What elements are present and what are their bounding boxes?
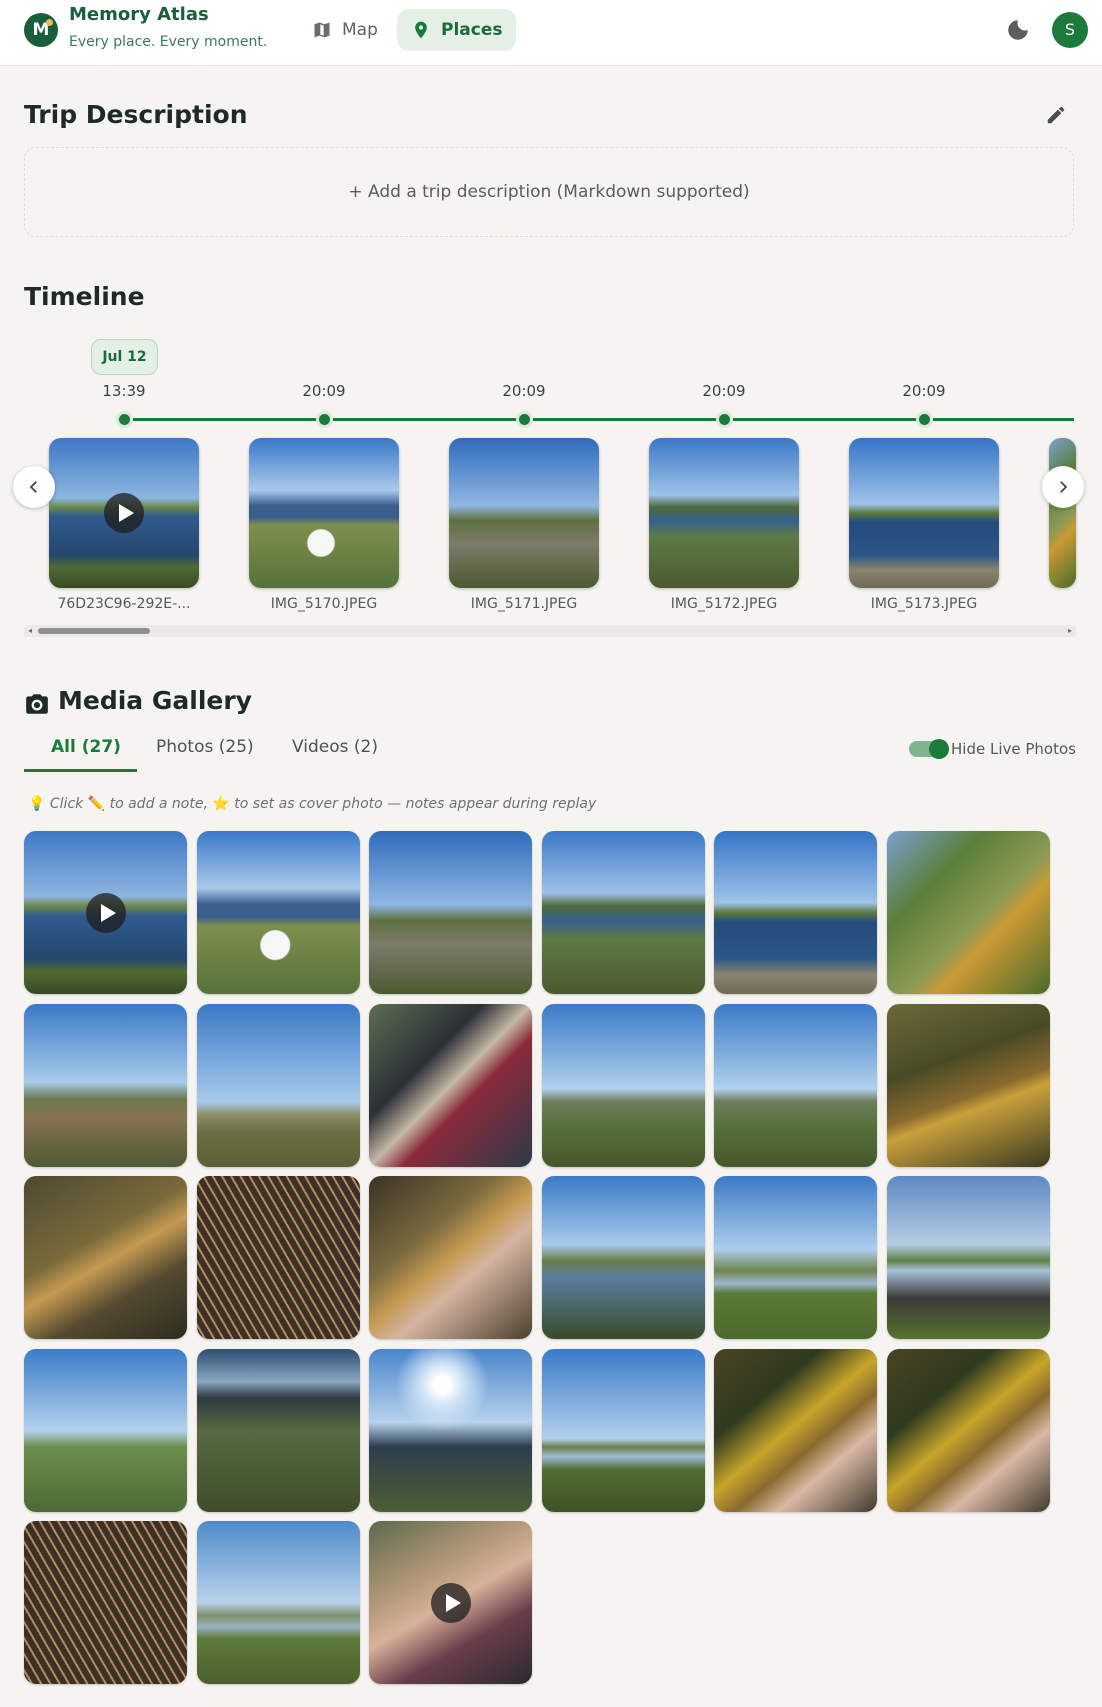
timeline-thumbnail[interactable] — [1049, 438, 1076, 588]
user-avatar[interactable]: S — [1052, 12, 1088, 48]
nav-places-label: Places — [441, 20, 503, 40]
timeline-time-label: 13:39 — [102, 382, 146, 400]
scrollbar-thumb[interactable] — [38, 628, 150, 634]
gallery-video-tile[interactable] — [24, 831, 187, 994]
nav-map-link[interactable]: Map — [298, 9, 392, 51]
timeline-node[interactable] — [916, 411, 933, 428]
timeline-node[interactable] — [716, 411, 733, 428]
gallery-photo-tile[interactable] — [196, 1521, 360, 1684]
gallery-photo-tile[interactable] — [886, 1176, 1050, 1339]
hide-live-photos-label: Hide Live Photos — [951, 740, 1076, 758]
gallery-photo-tile[interactable] — [369, 1348, 532, 1512]
timeline-filename: II — [1034, 596, 1102, 612]
hide-live-photos-toggle[interactable] — [909, 739, 949, 759]
gallery-photo-tile[interactable] — [714, 1348, 877, 1512]
timeline-time-label: 20:09 — [302, 382, 346, 400]
app-tagline: Every place. Every moment. — [69, 34, 268, 50]
play-icon — [104, 493, 144, 533]
timeline-filename: IMG_5170.JPEG — [270, 596, 378, 612]
app-logo[interactable]: M — [24, 13, 58, 47]
gallery-photo-tile[interactable] — [714, 831, 877, 994]
timeline-node[interactable] — [316, 411, 333, 428]
nav-places-link[interactable]: Places — [397, 9, 517, 51]
app-name: Memory Atlas — [69, 4, 209, 25]
timeline-thumbnail[interactable] — [649, 438, 799, 588]
timeline-date-badge: Jul 12 — [91, 339, 158, 375]
gallery-photo-tile[interactable] — [24, 1521, 187, 1684]
add-trip-description-box[interactable]: + Add a trip description (Markdown suppo… — [24, 147, 1074, 237]
media-gallery-header: Media Gallery — [24, 683, 252, 717]
timeline-scroll-right-button[interactable] — [1042, 466, 1084, 508]
gallery-hint: 💡 Click ✏️ to add a note, ⭐ to set as co… — [28, 796, 596, 812]
gallery-photo-tile[interactable] — [714, 1003, 877, 1167]
timeline-time-label: 20:09 — [902, 382, 946, 400]
gallery-photo-tile[interactable] — [541, 1348, 705, 1512]
logo-sun-dot — [46, 19, 53, 26]
gallery-photo-tile[interactable] — [196, 1003, 360, 1167]
hint-click-text: Click — [49, 796, 84, 812]
play-icon — [430, 1582, 471, 1623]
gallery-photo-tile[interactable] — [24, 1348, 187, 1512]
edit-pencil-icon[interactable] — [1045, 104, 1067, 126]
add-description-placeholder: + Add a trip description (Markdown suppo… — [348, 182, 750, 202]
gallery-photo-tile[interactable] — [886, 1348, 1050, 1512]
chevron-left-icon — [29, 481, 37, 493]
gallery-video-tile[interactable] — [369, 1521, 532, 1684]
nav-map-label: Map — [342, 20, 378, 40]
timeline-thumbnail[interactable] — [249, 438, 399, 588]
gallery-photo-tile[interactable] — [196, 1176, 360, 1339]
timeline-filename: 76D23C96-292E-... — [57, 596, 191, 612]
timeline-filename: IMG_5173.JPEG — [870, 596, 978, 612]
timeline-node[interactable] — [516, 411, 533, 428]
scrollbar-left-arrow-icon[interactable]: ◂ — [28, 627, 32, 635]
play-icon — [85, 892, 126, 933]
lightbulb-icon: 💡 — [28, 796, 46, 812]
gallery-photo-tile[interactable] — [196, 831, 360, 994]
tab-all[interactable]: All (27) — [51, 737, 121, 757]
gallery-photo-tile[interactable] — [369, 831, 532, 994]
gallery-photo-tile[interactable] — [369, 1003, 532, 1167]
gallery-photo-tile[interactable] — [24, 1176, 187, 1339]
gallery-photo-tile[interactable] — [886, 1003, 1050, 1167]
timeline-time-label: 20:09 — [502, 382, 546, 400]
gallery-photo-tile[interactable] — [24, 1003, 187, 1167]
gallery-photo-tile[interactable] — [714, 1176, 877, 1339]
pencil-icon: ✏️ — [87, 796, 106, 812]
timeline-heading: Timeline — [24, 282, 145, 311]
gallery-photo-tile[interactable] — [541, 1176, 705, 1339]
star-icon: ⭐ — [212, 796, 230, 812]
location-pin-icon — [415, 21, 427, 39]
timeline-time-label: 20:09 — [702, 382, 746, 400]
gallery-photo-tile[interactable] — [541, 1003, 705, 1167]
gallery-photo-tile[interactable] — [541, 831, 705, 994]
timeline-filename: IMG_5171.JPEG — [470, 596, 578, 612]
chevron-right-icon — [1060, 481, 1068, 493]
gallery-photo-tile[interactable] — [369, 1176, 532, 1339]
active-tab-indicator — [24, 769, 137, 772]
tab-photos[interactable]: Photos (25) — [156, 737, 254, 757]
map-icon — [314, 22, 330, 38]
hint-note-text: to add a note, — [109, 796, 208, 812]
trip-description-heading: Trip Description — [24, 100, 248, 129]
gallery-photo-tile[interactable] — [886, 831, 1050, 994]
timeline-scroll-left-button[interactable] — [13, 466, 55, 508]
hint-cover-text: to set as cover photo — notes appear dur… — [234, 796, 597, 812]
timeline-filename: IMG_5172.JPEG — [670, 596, 778, 612]
timeline-thumbnail[interactable] — [849, 438, 999, 588]
dark-mode-moon-icon[interactable] — [1005, 17, 1031, 43]
toggle-knob — [929, 739, 949, 759]
timeline-thumbnail[interactable] — [49, 438, 199, 588]
timeline-node[interactable] — [116, 411, 133, 428]
top-navigation-bar: M Memory Atlas Every place. Every moment… — [0, 0, 1102, 66]
timeline-horizontal-scrollbar[interactable]: ◂ ▸ — [24, 625, 1076, 637]
timeline-thumbnail[interactable] — [449, 438, 599, 588]
tab-videos[interactable]: Videos (2) — [292, 737, 378, 757]
gallery-photo-tile[interactable] — [196, 1348, 360, 1512]
media-gallery-heading: Media Gallery — [58, 685, 252, 715]
camera-icon — [26, 694, 48, 714]
scrollbar-right-arrow-icon[interactable]: ▸ — [1068, 627, 1072, 635]
